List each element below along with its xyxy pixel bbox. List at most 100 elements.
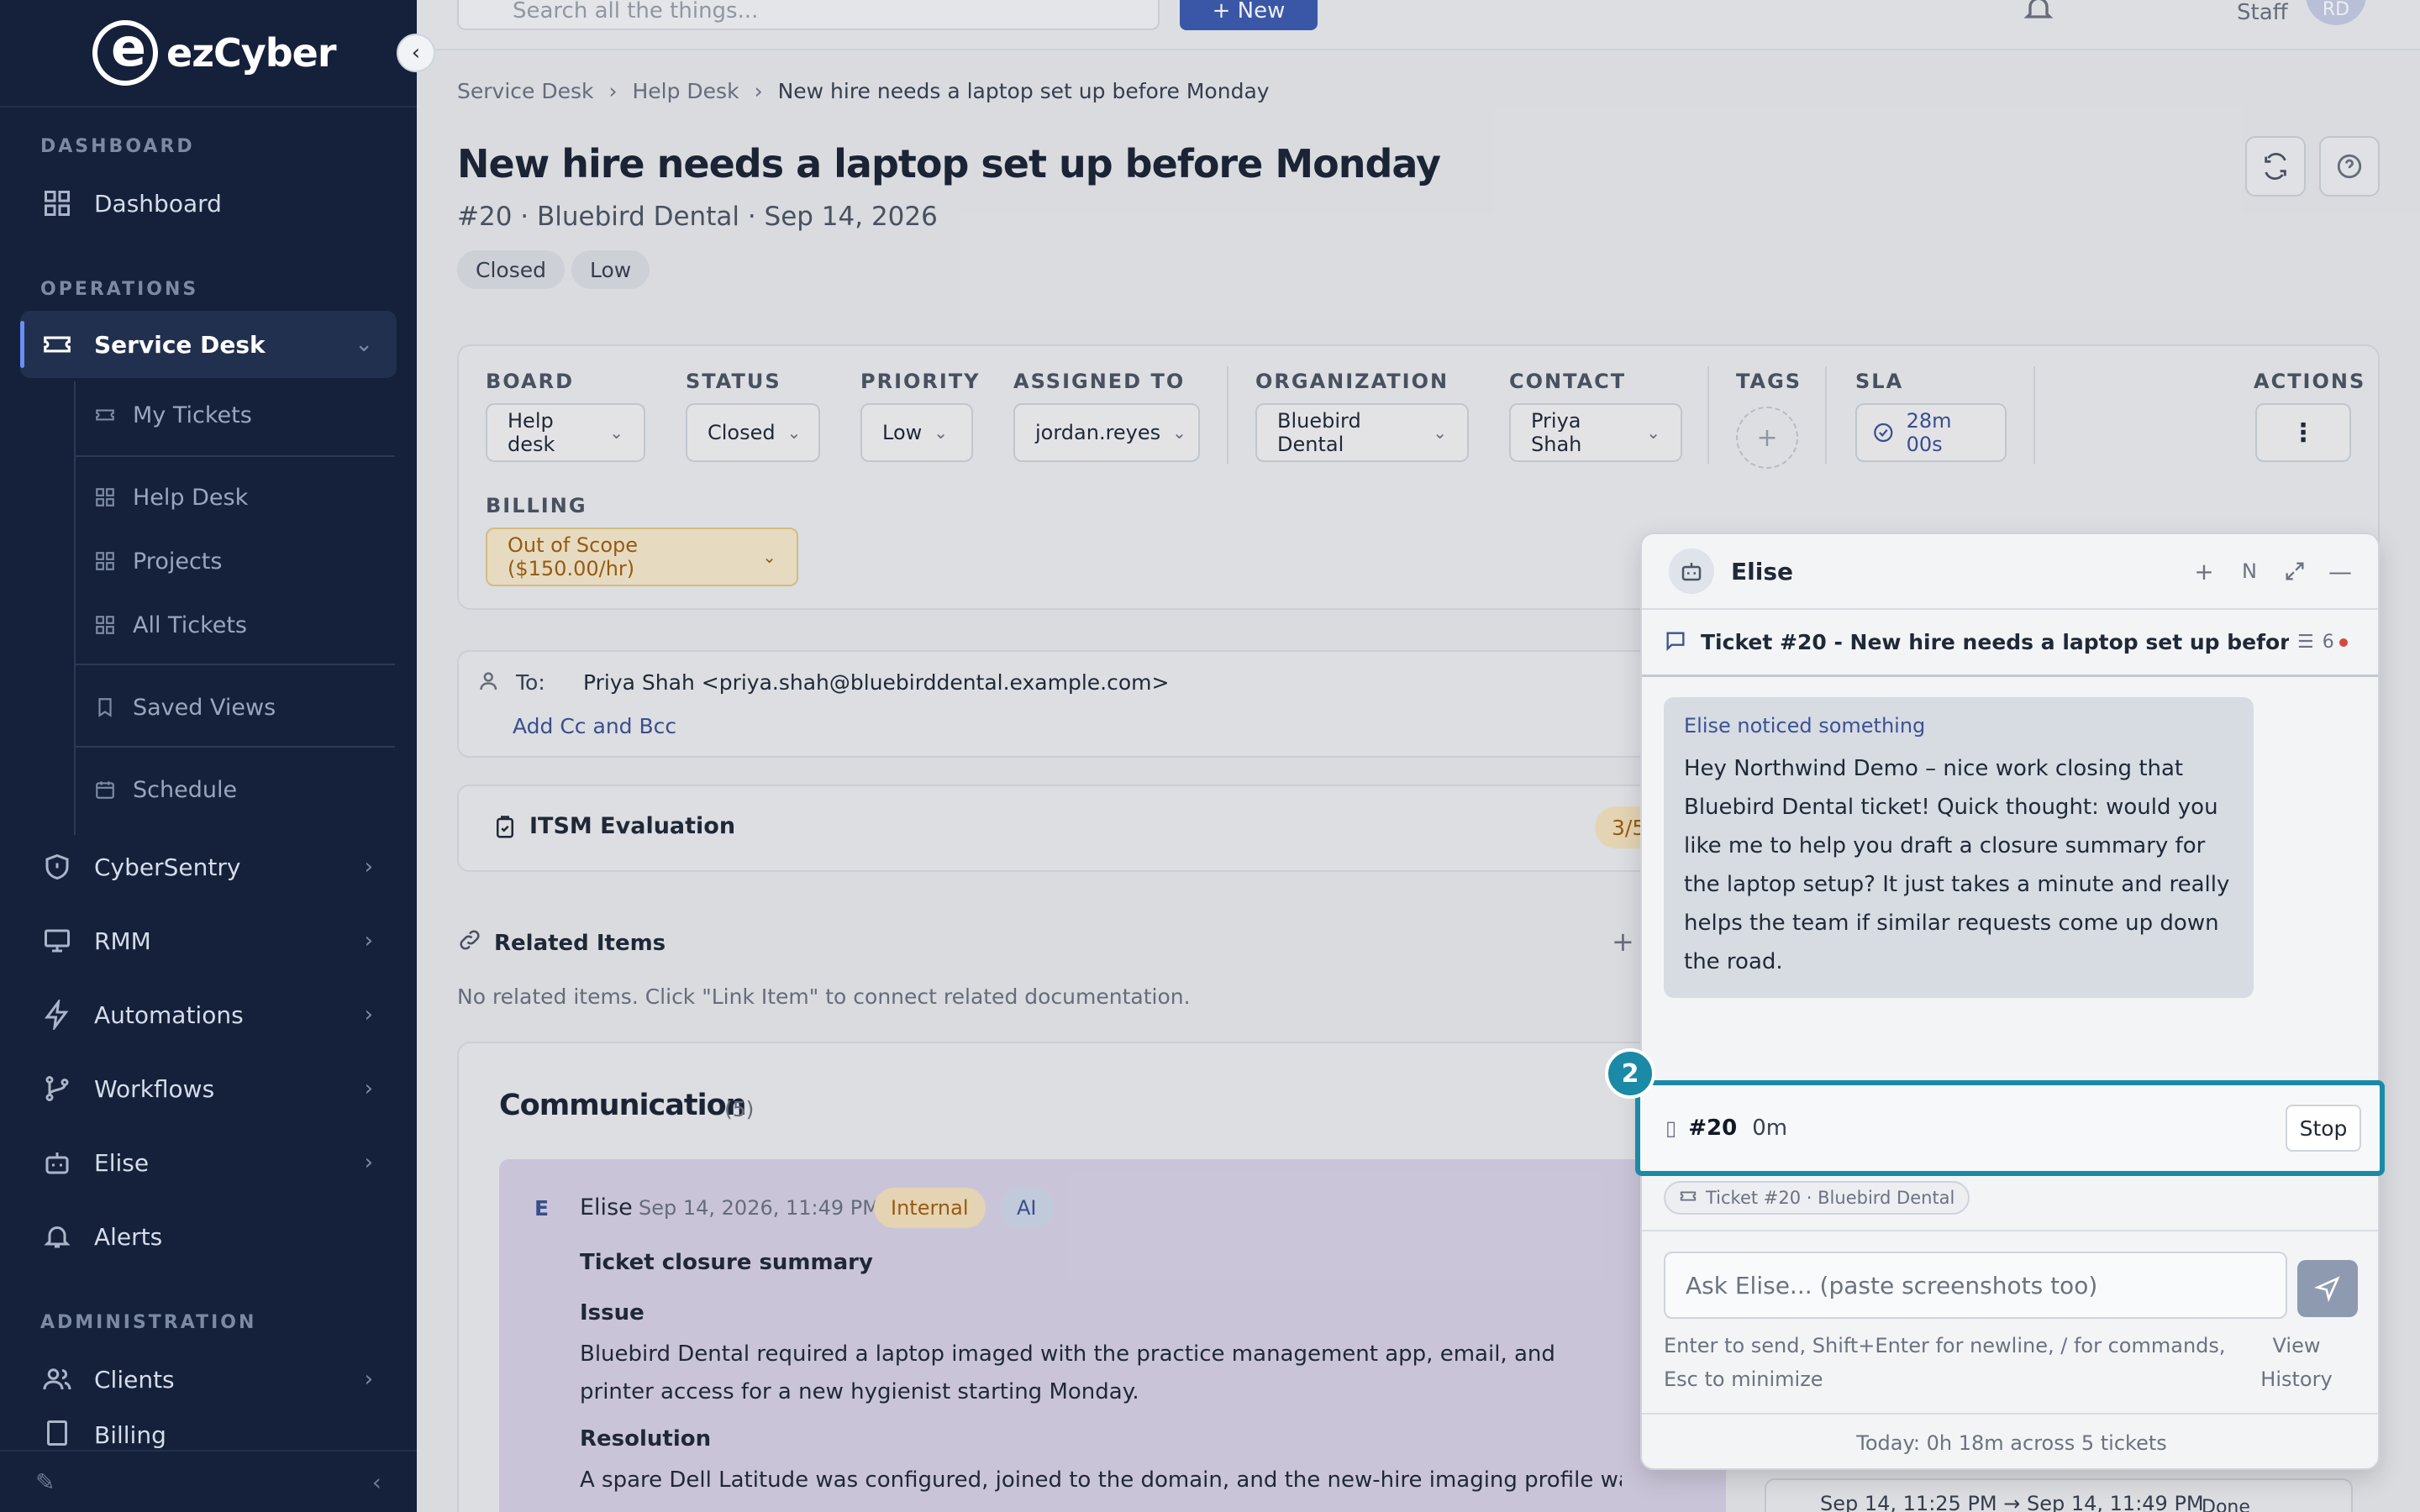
- users-icon: [40, 1362, 74, 1396]
- sidebar-item-dashboard[interactable]: Dashboard: [20, 170, 397, 237]
- sidebar-item-elise[interactable]: Elise ›: [20, 1129, 397, 1196]
- subitem-label: Schedule: [133, 776, 238, 803]
- receipt-icon: [40, 1416, 74, 1450]
- logo-icon: [92, 17, 158, 86]
- sidebar-item-clients[interactable]: Clients ›: [20, 1346, 397, 1413]
- submenu-divider: [76, 455, 395, 457]
- submenu-line: [74, 381, 76, 835]
- divider: [1642, 1230, 2378, 1231]
- bookmark-icon: [94, 696, 118, 719]
- subitem-label: Projects: [133, 548, 223, 575]
- sidebar-divider: [0, 106, 417, 108]
- unread-dot: [2338, 638, 2348, 647]
- step-badge: 2: [1605, 1048, 1655, 1099]
- sidebar-subitem-projects[interactable]: Projects: [94, 536, 222, 586]
- section-label-administration: ADMINISTRATION: [40, 1312, 257, 1333]
- sidebar-item-workflows[interactable]: Workflows ›: [20, 1055, 397, 1122]
- chevron-down-icon[interactable]: ⌄: [355, 332, 373, 357]
- submenu-divider: [76, 746, 395, 748]
- ticket-timer: ▯ #20 0m Stop: [1635, 1080, 2385, 1176]
- sidebar-item-service-desk[interactable]: Service Desk ⌄: [20, 311, 397, 378]
- sidebar-item-label: Automations: [94, 1000, 244, 1029]
- elise-notice-heading: Elise noticed something: [1684, 714, 1926, 738]
- brand-name: ezCyber: [166, 30, 337, 76]
- elise-ticket-context[interactable]: Ticket #20 - New hire needs a laptop set…: [1642, 610, 2378, 677]
- subitem-label: Saved Views: [133, 694, 276, 721]
- sidebar-item-label: Dashboard: [94, 189, 222, 218]
- elise-footer-summary: Today: 0h 18m across 5 tickets: [1642, 1413, 2378, 1468]
- minimize-icon[interactable]: —: [2317, 549, 2363, 594]
- chevron-right-icon: ›: [364, 1002, 373, 1027]
- grid-icon: [40, 186, 74, 220]
- send-icon: [2314, 1276, 2340, 1302]
- sidebar-item-label: Alerts: [94, 1222, 163, 1251]
- elise-header: Elise + N —: [1642, 534, 2378, 610]
- elise-title: Elise: [1731, 557, 1793, 585]
- chevron-right-icon: ›: [364, 854, 373, 879]
- context-chip[interactable]: Ticket #20 · Bluebird Dental: [1664, 1181, 1970, 1215]
- chevron-right-icon: ›: [364, 928, 373, 953]
- ticket-icon: [94, 403, 118, 427]
- new-chat-button[interactable]: N: [2227, 549, 2272, 594]
- chevron-right-icon: ›: [364, 1150, 373, 1175]
- send-button[interactable]: [2297, 1260, 2358, 1317]
- calendar-icon: [94, 778, 118, 801]
- sidebar-subitem-schedule[interactable]: Schedule: [94, 764, 237, 815]
- view-history-link[interactable]: View History: [2250, 1329, 2343, 1396]
- edit-icon[interactable]: ✎: [35, 1468, 55, 1496]
- branch-icon: [40, 1072, 74, 1105]
- sidebar-subitem-saved-views[interactable]: Saved Views: [94, 682, 276, 732]
- elise-ticket-count: 6: [2322, 632, 2334, 653]
- sidebar: ezCyber DASHBOARD Dashboard OPERATIONS S…: [0, 0, 417, 1512]
- sidebar-item-cybersentry[interactable]: CyberSentry ›: [20, 833, 397, 900]
- sidebar-item-label: RMM: [94, 927, 151, 955]
- ticket-icon: [1679, 1187, 1697, 1210]
- chevron-left-icon: ‹: [411, 40, 421, 66]
- sidebar-item-label: Service Desk: [94, 330, 266, 359]
- sidebar-item-label: Workflows: [94, 1074, 215, 1103]
- list-icon: ☰: [2297, 632, 2314, 653]
- sidebar-item-label: Clients: [94, 1365, 175, 1394]
- elise-notice-body: Hey Northwind Demo – nice work closing t…: [1684, 756, 2230, 974]
- ticket-icon: [40, 328, 74, 361]
- stop-timer-button[interactable]: Stop: [2286, 1105, 2361, 1152]
- sidebar-item-label: CyberSentry: [94, 853, 241, 881]
- section-label-dashboard: DASHBOARD: [40, 136, 195, 157]
- timer-ticket: #20: [1688, 1116, 1738, 1141]
- elise-ticket-title: Ticket #20 - New hire needs a laptop set…: [1701, 630, 2289, 654]
- collapse-left-icon[interactable]: ‹: [372, 1468, 381, 1496]
- sidebar-subitem-help-desk[interactable]: Help Desk: [94, 472, 248, 522]
- timer-icon: ▯: [1665, 1116, 1677, 1140]
- sidebar-item-alerts[interactable]: Alerts: [20, 1203, 397, 1270]
- sidebar-subitem-my-tickets[interactable]: My Tickets: [94, 390, 252, 440]
- chevron-right-icon: ›: [364, 1076, 373, 1101]
- bell-icon: [40, 1220, 74, 1253]
- submenu-divider: [76, 664, 395, 665]
- timer-elapsed: 0m: [1752, 1116, 1788, 1141]
- ask-elise-input[interactable]: Ask Elise... (paste screenshots too): [1664, 1252, 2287, 1319]
- bot-icon: [40, 1146, 74, 1179]
- sidebar-item-rmm[interactable]: RMM ›: [20, 907, 397, 974]
- grid-icon: [94, 486, 118, 509]
- grid-icon: [94, 613, 118, 637]
- sidebar-item-label: Elise: [94, 1148, 150, 1177]
- elise-assistant-panel: Elise + N — Ticket #20 - New hire needs …: [1640, 533, 2380, 1470]
- bolt-icon: [40, 998, 74, 1032]
- grid-icon: [94, 549, 118, 573]
- sidebar-subitem-all-tickets[interactable]: All Tickets: [94, 600, 247, 650]
- context-chip-label: Ticket #20 · Bluebird Dental: [1706, 1188, 1955, 1208]
- sidebar-footer: ✎ ‹: [0, 1450, 417, 1512]
- subitem-label: My Tickets: [133, 402, 252, 428]
- monitor-icon: [40, 924, 74, 958]
- brand-logo[interactable]: ezCyber: [92, 17, 337, 86]
- subitem-label: All Tickets: [133, 612, 248, 638]
- chevron-right-icon: ›: [364, 1367, 373, 1392]
- add-icon[interactable]: +: [2181, 549, 2227, 594]
- sidebar-item-automations[interactable]: Automations ›: [20, 981, 397, 1048]
- section-label-operations: OPERATIONS: [40, 279, 199, 300]
- sidebar-item-billing[interactable]: Billing: [20, 1416, 397, 1450]
- shield-icon: [40, 850, 74, 884]
- expand-icon[interactable]: [2272, 549, 2317, 594]
- chat-icon: [1664, 629, 1687, 656]
- sidebar-collapse-button[interactable]: ‹: [397, 34, 435, 72]
